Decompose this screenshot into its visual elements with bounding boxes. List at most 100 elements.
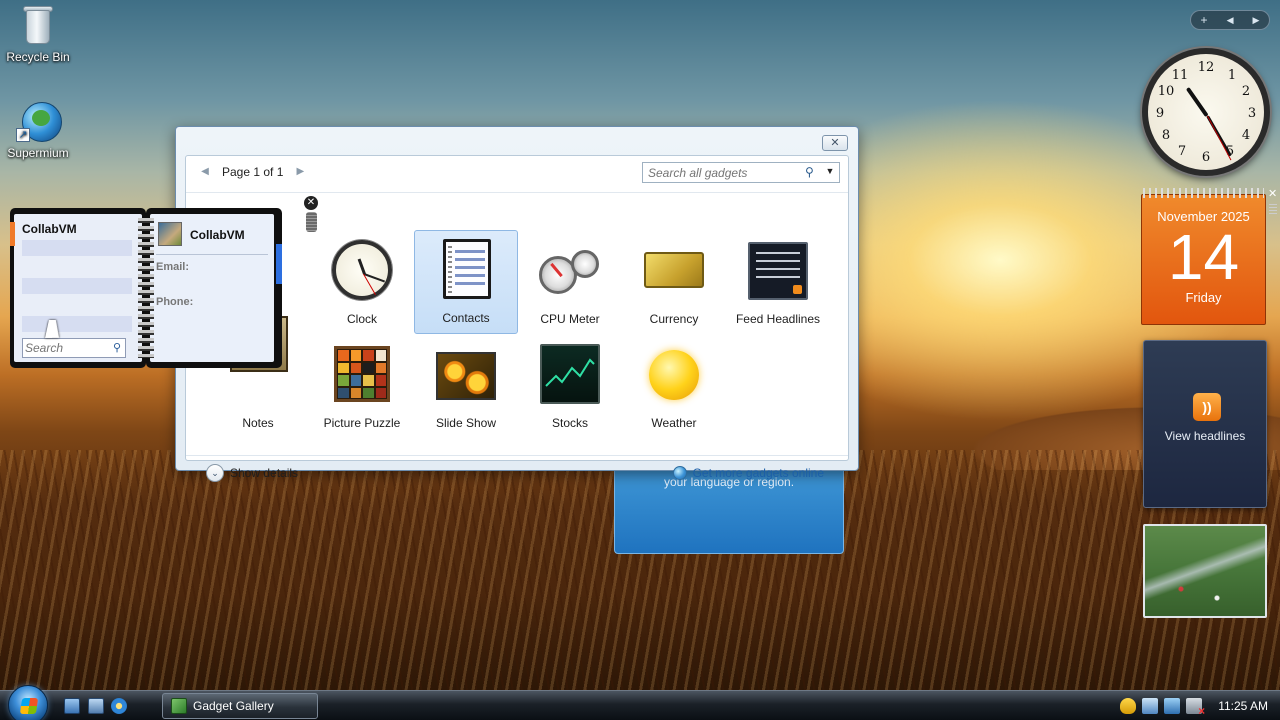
show-desktop-icon[interactable] [64, 698, 80, 714]
desktop-icon-recycle-bin[interactable]: Recycle Bin [0, 4, 77, 64]
calendar-drag-handle[interactable] [1269, 204, 1277, 216]
gadget-label: Currency [649, 312, 699, 326]
network-icon[interactable] [1164, 698, 1181, 714]
calendar-close-button[interactable]: ✕ [1268, 188, 1280, 200]
calendar-gadget[interactable]: November 2025 14 Friday [1141, 188, 1266, 325]
contacts-search-box: ⚲ [22, 338, 126, 358]
gallery-pager: ◀ Page 1 of 1 ▶ [196, 162, 309, 182]
gallery-content: ◀ Page 1 of 1 ▶ ⚲ ▼ Clock [185, 155, 849, 482]
gadget-tile-feed-headlines[interactable]: Feed Headlines [726, 232, 830, 336]
sidebar-clock-gadget[interactable]: 12 1 2 3 4 5 6 7 8 9 10 11 [1142, 48, 1270, 176]
sidebar-previous-button[interactable]: ◀ [1227, 15, 1234, 26]
supermium-browser-icon: ↗ [16, 100, 62, 144]
clock-number: 11 [1171, 68, 1189, 83]
gadget-tile-slide-show[interactable]: Slide Show [414, 336, 518, 440]
calendar-day: 14 [1167, 221, 1240, 293]
gadget-label: Clock [346, 312, 377, 326]
security-shield-icon[interactable] [1120, 698, 1137, 714]
gadget-label: Feed Headlines [735, 312, 821, 326]
taskbar-button-label: Gadget Gallery [193, 699, 274, 713]
taskbar-button-gadget-gallery[interactable]: Gadget Gallery [162, 693, 318, 719]
previous-page-button[interactable]: ◀ [196, 162, 214, 182]
show-details-label: Show details [230, 466, 299, 480]
globe-icon [672, 466, 687, 480]
contact-detail-tab [276, 244, 282, 284]
gallery-divider [186, 192, 848, 193]
gadget-drag-handle[interactable] [306, 212, 317, 232]
gadget-tile-stocks[interactable]: Stocks [518, 336, 622, 440]
sidebar-controls: + ◀ ▶ [1190, 10, 1270, 30]
next-page-button[interactable]: ▶ [291, 162, 309, 182]
clock-number: 6 [1201, 150, 1211, 165]
desktop-icon-label: Supermium [7, 146, 69, 160]
feed-headlines-gadget[interactable]: )) View headlines [1143, 340, 1267, 508]
rss-icon: )) [1193, 393, 1221, 421]
volume-muted-icon[interactable] [1186, 698, 1205, 718]
notebook-rings [138, 218, 154, 358]
clock-number: 3 [1247, 106, 1257, 121]
search-gadgets-box: ⚲ ▼ [642, 162, 840, 183]
search-dropdown-icon[interactable]: ▼ [824, 166, 836, 180]
gadget-close-button[interactable]: ✕ [304, 196, 318, 210]
recycle-bin-icon [16, 4, 60, 48]
clock-number: 2 [1241, 84, 1251, 99]
contact-list-entry[interactable]: CollabVM [22, 222, 77, 236]
page-indicator: Page 1 of 1 [222, 165, 284, 179]
contacts-gadget[interactable]: CollabVM ⚲ CollabVM Email: Phone: [10, 208, 282, 368]
get-more-gadgets-link[interactable]: Get more gadgets online [672, 466, 824, 480]
clock-number: 7 [1177, 144, 1187, 159]
calendar-rings [1143, 188, 1264, 198]
windows-sidebar-icon[interactable] [1142, 698, 1159, 714]
get-more-gadgets-label: Get more gadgets online [692, 466, 824, 480]
switch-windows-icon[interactable] [88, 698, 104, 714]
desktop-icon-label: Recycle Bin [6, 50, 70, 64]
contacts-list-tab [10, 222, 15, 246]
contacts-list-panel: CollabVM ⚲ [10, 208, 146, 368]
slide-show-gadget-icon [434, 342, 498, 406]
gallery-close-button[interactable]: ✕ [822, 135, 848, 151]
contact-detail-divider [156, 254, 268, 255]
search-icon[interactable]: ⚲ [805, 165, 819, 179]
slide-show-gadget[interactable] [1143, 524, 1267, 618]
view-headlines-link[interactable]: View headlines [1144, 429, 1266, 443]
gadget-gallery-icon [171, 698, 187, 714]
picture-puzzle-gadget-icon [330, 342, 394, 406]
gadget-label: CPU Meter [540, 312, 600, 326]
contact-detail-panel: CollabVM Email: Phone: [146, 208, 282, 368]
gadget-label: Picture Puzzle [323, 416, 401, 430]
contact-list-row[interactable] [22, 278, 132, 294]
calendar-weekday: Friday [1185, 290, 1222, 305]
gallery-footer-divider [186, 455, 848, 456]
contacts-gadget-icon [435, 237, 499, 301]
gadget-label: Notes [242, 416, 274, 430]
search-gadgets-input[interactable] [643, 163, 803, 182]
contact-list-row[interactable] [22, 316, 132, 332]
clock-number: 10 [1157, 84, 1175, 99]
clock-number: 8 [1161, 128, 1171, 143]
taskbar-clock[interactable]: 11:25 AM [1218, 699, 1268, 713]
internet-explorer-icon[interactable] [111, 698, 127, 714]
contact-list-row[interactable] [22, 240, 132, 256]
system-tray: 11:25 AM [1120, 691, 1280, 720]
gadget-tile-contacts[interactable]: Contacts [414, 230, 518, 334]
cpu-meter-gadget-icon [538, 238, 602, 302]
gadget-tile-clock[interactable]: Clock [310, 232, 414, 336]
start-button[interactable] [8, 685, 48, 720]
gadget-tile-picture-puzzle[interactable]: Picture Puzzle [310, 336, 414, 440]
clock-gadget-icon [330, 238, 394, 302]
add-gadget-button[interactable]: + [1201, 13, 1208, 27]
gadget-tile-weather[interactable]: Weather [622, 336, 726, 440]
gadget-tile-cpu-meter[interactable]: CPU Meter [518, 232, 622, 336]
sidebar-next-button[interactable]: ▶ [1253, 15, 1260, 26]
gadget-tile-currency[interactable]: Currency [622, 232, 726, 336]
gadget-label: Weather [651, 416, 697, 430]
contacts-search-input[interactable] [23, 339, 103, 357]
email-label: Email: [156, 261, 190, 273]
desktop-icon-supermium[interactable]: ↗ Supermium [0, 100, 77, 160]
weather-gadget-icon [642, 342, 706, 406]
contact-detail-name: CollabVM [190, 228, 245, 242]
show-details-toggle[interactable]: ⌄ Show details [206, 464, 298, 482]
windows-logo-icon [19, 698, 39, 714]
taskbar: Gadget Gallery 11:25 AM [0, 685, 1280, 720]
search-icon[interactable]: ⚲ [113, 341, 121, 354]
